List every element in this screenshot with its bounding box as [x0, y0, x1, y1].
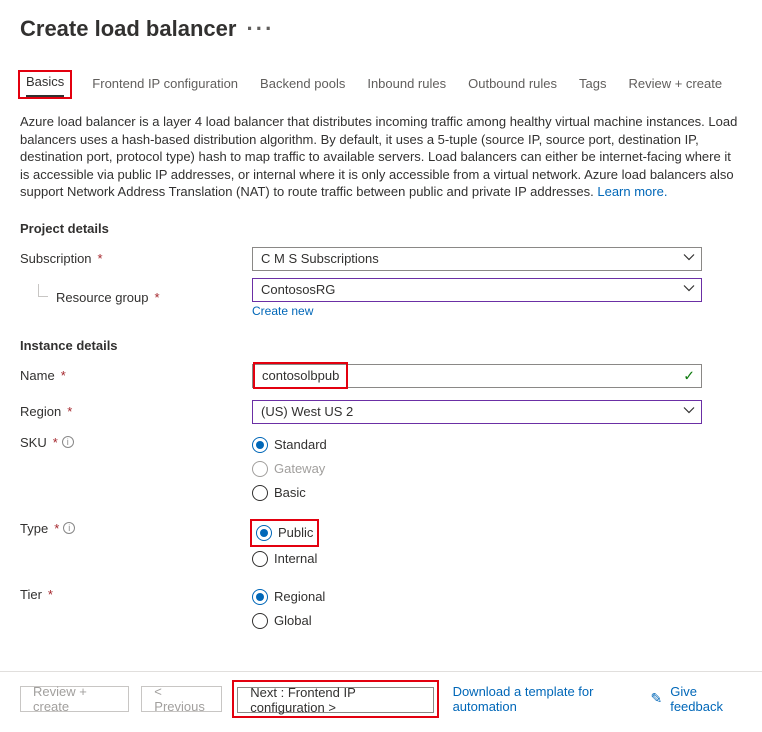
tab-outbound-rules[interactable]: Outbound rules [468, 72, 557, 97]
tab-review-create[interactable]: Review + create [628, 72, 722, 97]
next-button[interactable]: Next : Frontend IP configuration > [237, 687, 433, 713]
download-template-link[interactable]: Download a template for automation [453, 684, 639, 714]
instance-details-heading: Instance details [20, 338, 742, 353]
chevron-down-icon [683, 251, 695, 266]
review-create-button: Review + create [20, 686, 129, 712]
tab-backend-pools[interactable]: Backend pools [260, 72, 345, 97]
info-icon[interactable]: i [62, 436, 74, 448]
learn-more-link[interactable]: Learn more. [597, 184, 667, 199]
resource-group-select[interactable]: ContososRG [252, 278, 702, 302]
type-radio-public[interactable]: Public [256, 523, 313, 543]
tier-radio-regional[interactable]: Regional [252, 587, 702, 607]
tab-inbound-rules[interactable]: Inbound rules [367, 72, 446, 97]
previous-button: < Previous [141, 686, 222, 712]
create-new-rg-link[interactable]: Create new [252, 304, 702, 318]
tab-bar: Basics Frontend IP configuration Backend… [20, 72, 742, 97]
tier-radio-global[interactable]: Global [252, 611, 702, 631]
description-text: Azure load balancer is a layer 4 load ba… [20, 113, 742, 201]
chevron-down-icon [683, 404, 695, 419]
tier-label: Tier* [20, 587, 252, 602]
region-select[interactable]: (US) West US 2 [252, 400, 702, 424]
chevron-down-icon [683, 282, 695, 297]
feedback-icon: ✎ [650, 690, 662, 707]
subscription-label: Subscription* [20, 251, 252, 266]
sku-label: SKU* i [20, 435, 252, 450]
name-label: Name* [20, 368, 252, 383]
project-details-heading: Project details [20, 221, 742, 236]
valid-check-icon: ✓ [683, 367, 695, 384]
sku-radio-basic[interactable]: Basic [252, 483, 702, 503]
page-title: Create load balancer ··· [20, 16, 742, 42]
wizard-footer: Review + create < Previous Next : Fronte… [0, 671, 762, 732]
tab-frontend-ip[interactable]: Frontend IP configuration [92, 72, 238, 97]
type-label: Type* i [20, 521, 252, 536]
region-label: Region* [20, 404, 252, 419]
resource-group-label: Resource group* [20, 290, 252, 305]
type-radio-internal[interactable]: Internal [252, 549, 702, 569]
give-feedback-link[interactable]: Give feedback [670, 684, 742, 714]
info-icon[interactable]: i [63, 522, 75, 534]
subscription-select[interactable]: C M S Subscriptions [252, 247, 702, 271]
tab-basics[interactable]: Basics [26, 70, 64, 97]
tab-tags[interactable]: Tags [579, 72, 606, 97]
more-icon[interactable]: ··· [246, 16, 274, 42]
sku-radio-gateway: Gateway [252, 459, 702, 479]
page-title-text: Create load balancer [20, 16, 236, 42]
name-input[interactable]: contosolbpub ✓ [252, 364, 702, 388]
sku-radio-standard[interactable]: Standard [252, 435, 702, 455]
